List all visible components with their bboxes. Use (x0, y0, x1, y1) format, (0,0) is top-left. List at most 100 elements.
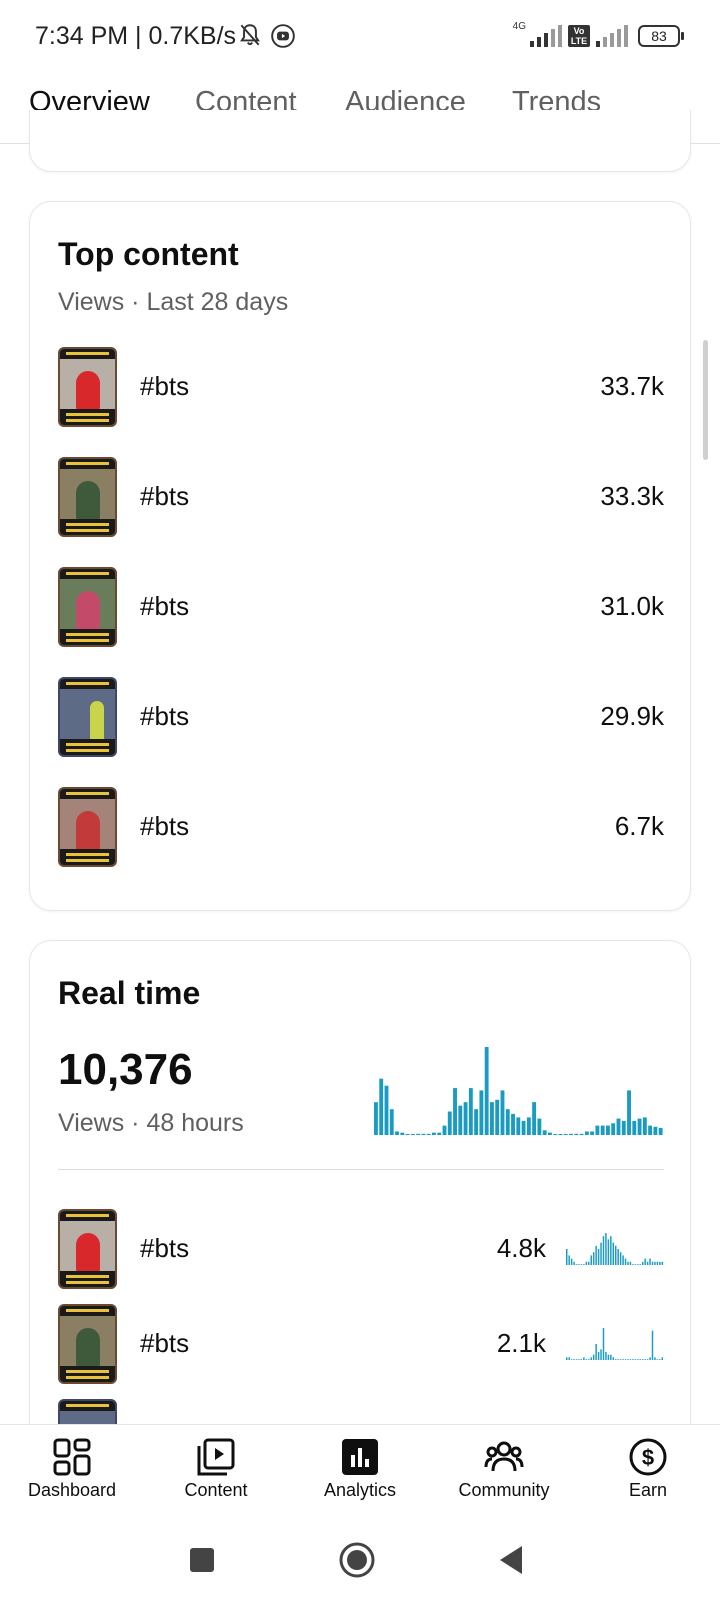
recents-button-icon[interactable] (182, 1540, 222, 1580)
video-title: #bts (140, 811, 190, 841)
chart-bar (432, 1132, 436, 1135)
community-icon (484, 1441, 524, 1472)
sparkline-bar (597, 1352, 600, 1360)
sparkline-bar (654, 1357, 656, 1360)
home-button-icon[interactable] (337, 1540, 377, 1580)
list-item[interactable]: #bts 29.9k (58, 677, 664, 757)
chart-bar (569, 1133, 573, 1135)
system-navigation-bar (0, 1520, 720, 1600)
back-button-icon[interactable] (492, 1540, 532, 1580)
sparkline-bar (634, 1264, 637, 1265)
chart-bar (374, 1102, 378, 1135)
sparkline-bar (585, 1359, 588, 1360)
list-item[interactable]: #bts 31.0k (58, 567, 664, 647)
chart-bar (632, 1120, 637, 1135)
sparkline-bar (578, 1359, 580, 1360)
sparkline-bar (641, 1359, 644, 1360)
chart-bar (627, 1090, 631, 1135)
chart-bar (642, 1117, 647, 1135)
sparkline-bar (639, 1359, 641, 1360)
chart-bar (384, 1085, 389, 1135)
chart-bar (516, 1117, 521, 1135)
chart-bar (653, 1126, 658, 1135)
sparkline-bar (588, 1261, 590, 1265)
chart-bar (395, 1131, 399, 1135)
list-item[interactable]: #bts 6.7k (58, 787, 664, 867)
sparkline-bar (617, 1249, 619, 1265)
nav-analytics[interactable]: Analytics (288, 1425, 432, 1521)
sparkline-bar (578, 1264, 580, 1265)
sparkline-bar (619, 1252, 622, 1265)
sparkline-bar (610, 1236, 612, 1265)
chart-bar (542, 1130, 547, 1135)
sparkline-bar (592, 1252, 595, 1265)
sparkline-bar (644, 1258, 646, 1265)
sparkline-bar (632, 1359, 634, 1360)
chart-bar (532, 1102, 537, 1135)
sparkline-bar (624, 1258, 627, 1265)
sparkline-bar (629, 1261, 632, 1265)
nav-earn[interactable]: $ Earn (576, 1425, 720, 1521)
nav-content[interactable]: Content (144, 1425, 288, 1521)
nav-label: Analytics (323, 1480, 397, 1500)
sparkline-bar (605, 1233, 607, 1265)
video-title: #bts (140, 1233, 190, 1263)
dashboard-icon (53, 1438, 91, 1476)
list-item[interactable]: #bts 2.1k (58, 1304, 664, 1384)
signal-strength-icon-2 (596, 25, 628, 47)
sparkline-bar (610, 1354, 612, 1360)
sparkline-bar (654, 1261, 656, 1265)
sparkline-bar (627, 1261, 629, 1265)
sparkline-bar (607, 1354, 610, 1360)
video-thumbnail (58, 787, 117, 867)
nav-dashboard[interactable]: Dashboard (0, 1425, 144, 1521)
chart-bar (611, 1123, 616, 1135)
sparkline-bar (590, 1357, 592, 1360)
sparkline-bar (661, 1261, 664, 1265)
sparkline-bar (605, 1352, 607, 1360)
chart-bar (637, 1118, 642, 1135)
video-title: #bts (140, 371, 190, 401)
nav-label: Community (458, 1480, 550, 1500)
list-item[interactable]: #bts 33.7k (58, 347, 664, 427)
sparkline-bar (637, 1359, 639, 1360)
card-title: Top content (58, 236, 239, 272)
chart-bar (548, 1132, 552, 1135)
sparkline-bar (570, 1258, 573, 1265)
sparkline-bar (592, 1354, 595, 1360)
sparkline-bar (600, 1349, 602, 1360)
status-bar: 7:34 PM | 0.7KB/s 4G Vo LTE 83 (0, 0, 720, 72)
video-thumbnail (58, 1304, 117, 1384)
bottom-navigation: Dashboard Content Analytics Community $ … (0, 1424, 720, 1520)
sparkline-bar (588, 1359, 590, 1360)
chart-bar (426, 1133, 431, 1135)
sparkline-bar (585, 1261, 588, 1265)
sparkline-bar (595, 1245, 597, 1265)
list-item[interactable]: #bts 4.8k (58, 1209, 664, 1289)
sparkline-bar (615, 1359, 617, 1360)
youtube-notification-icon (271, 24, 295, 48)
chart-bar (579, 1133, 584, 1135)
video-views: 33.3k (600, 481, 664, 511)
analytics-icon (342, 1439, 378, 1475)
sparkline-bar (649, 1258, 651, 1265)
chart-bar (437, 1132, 442, 1135)
realtime-views-total: 10,376 (58, 1045, 193, 1094)
list-item[interactable]: #bts 33.3k (58, 457, 664, 537)
nav-community[interactable]: Community (432, 1425, 576, 1521)
sparkline-bar (624, 1359, 627, 1360)
sparkline-bar (583, 1264, 585, 1265)
chart-bar (468, 1088, 473, 1135)
volte-badge: Vo LTE (568, 25, 590, 47)
scrollbar[interactable] (703, 340, 708, 460)
card-subtitle: Views · Last 28 days (58, 288, 289, 316)
chart-bar (616, 1118, 621, 1135)
sparkline-bar (617, 1359, 619, 1360)
chart-bar (606, 1125, 610, 1135)
sparkline-bar (661, 1357, 664, 1360)
sparkline-bar (566, 1249, 568, 1265)
sparkline-bar (656, 1261, 659, 1265)
nav-label: Content (184, 1480, 248, 1500)
realtime-views-chart[interactable] (374, 1045, 664, 1135)
sparkline-bar (649, 1357, 651, 1360)
